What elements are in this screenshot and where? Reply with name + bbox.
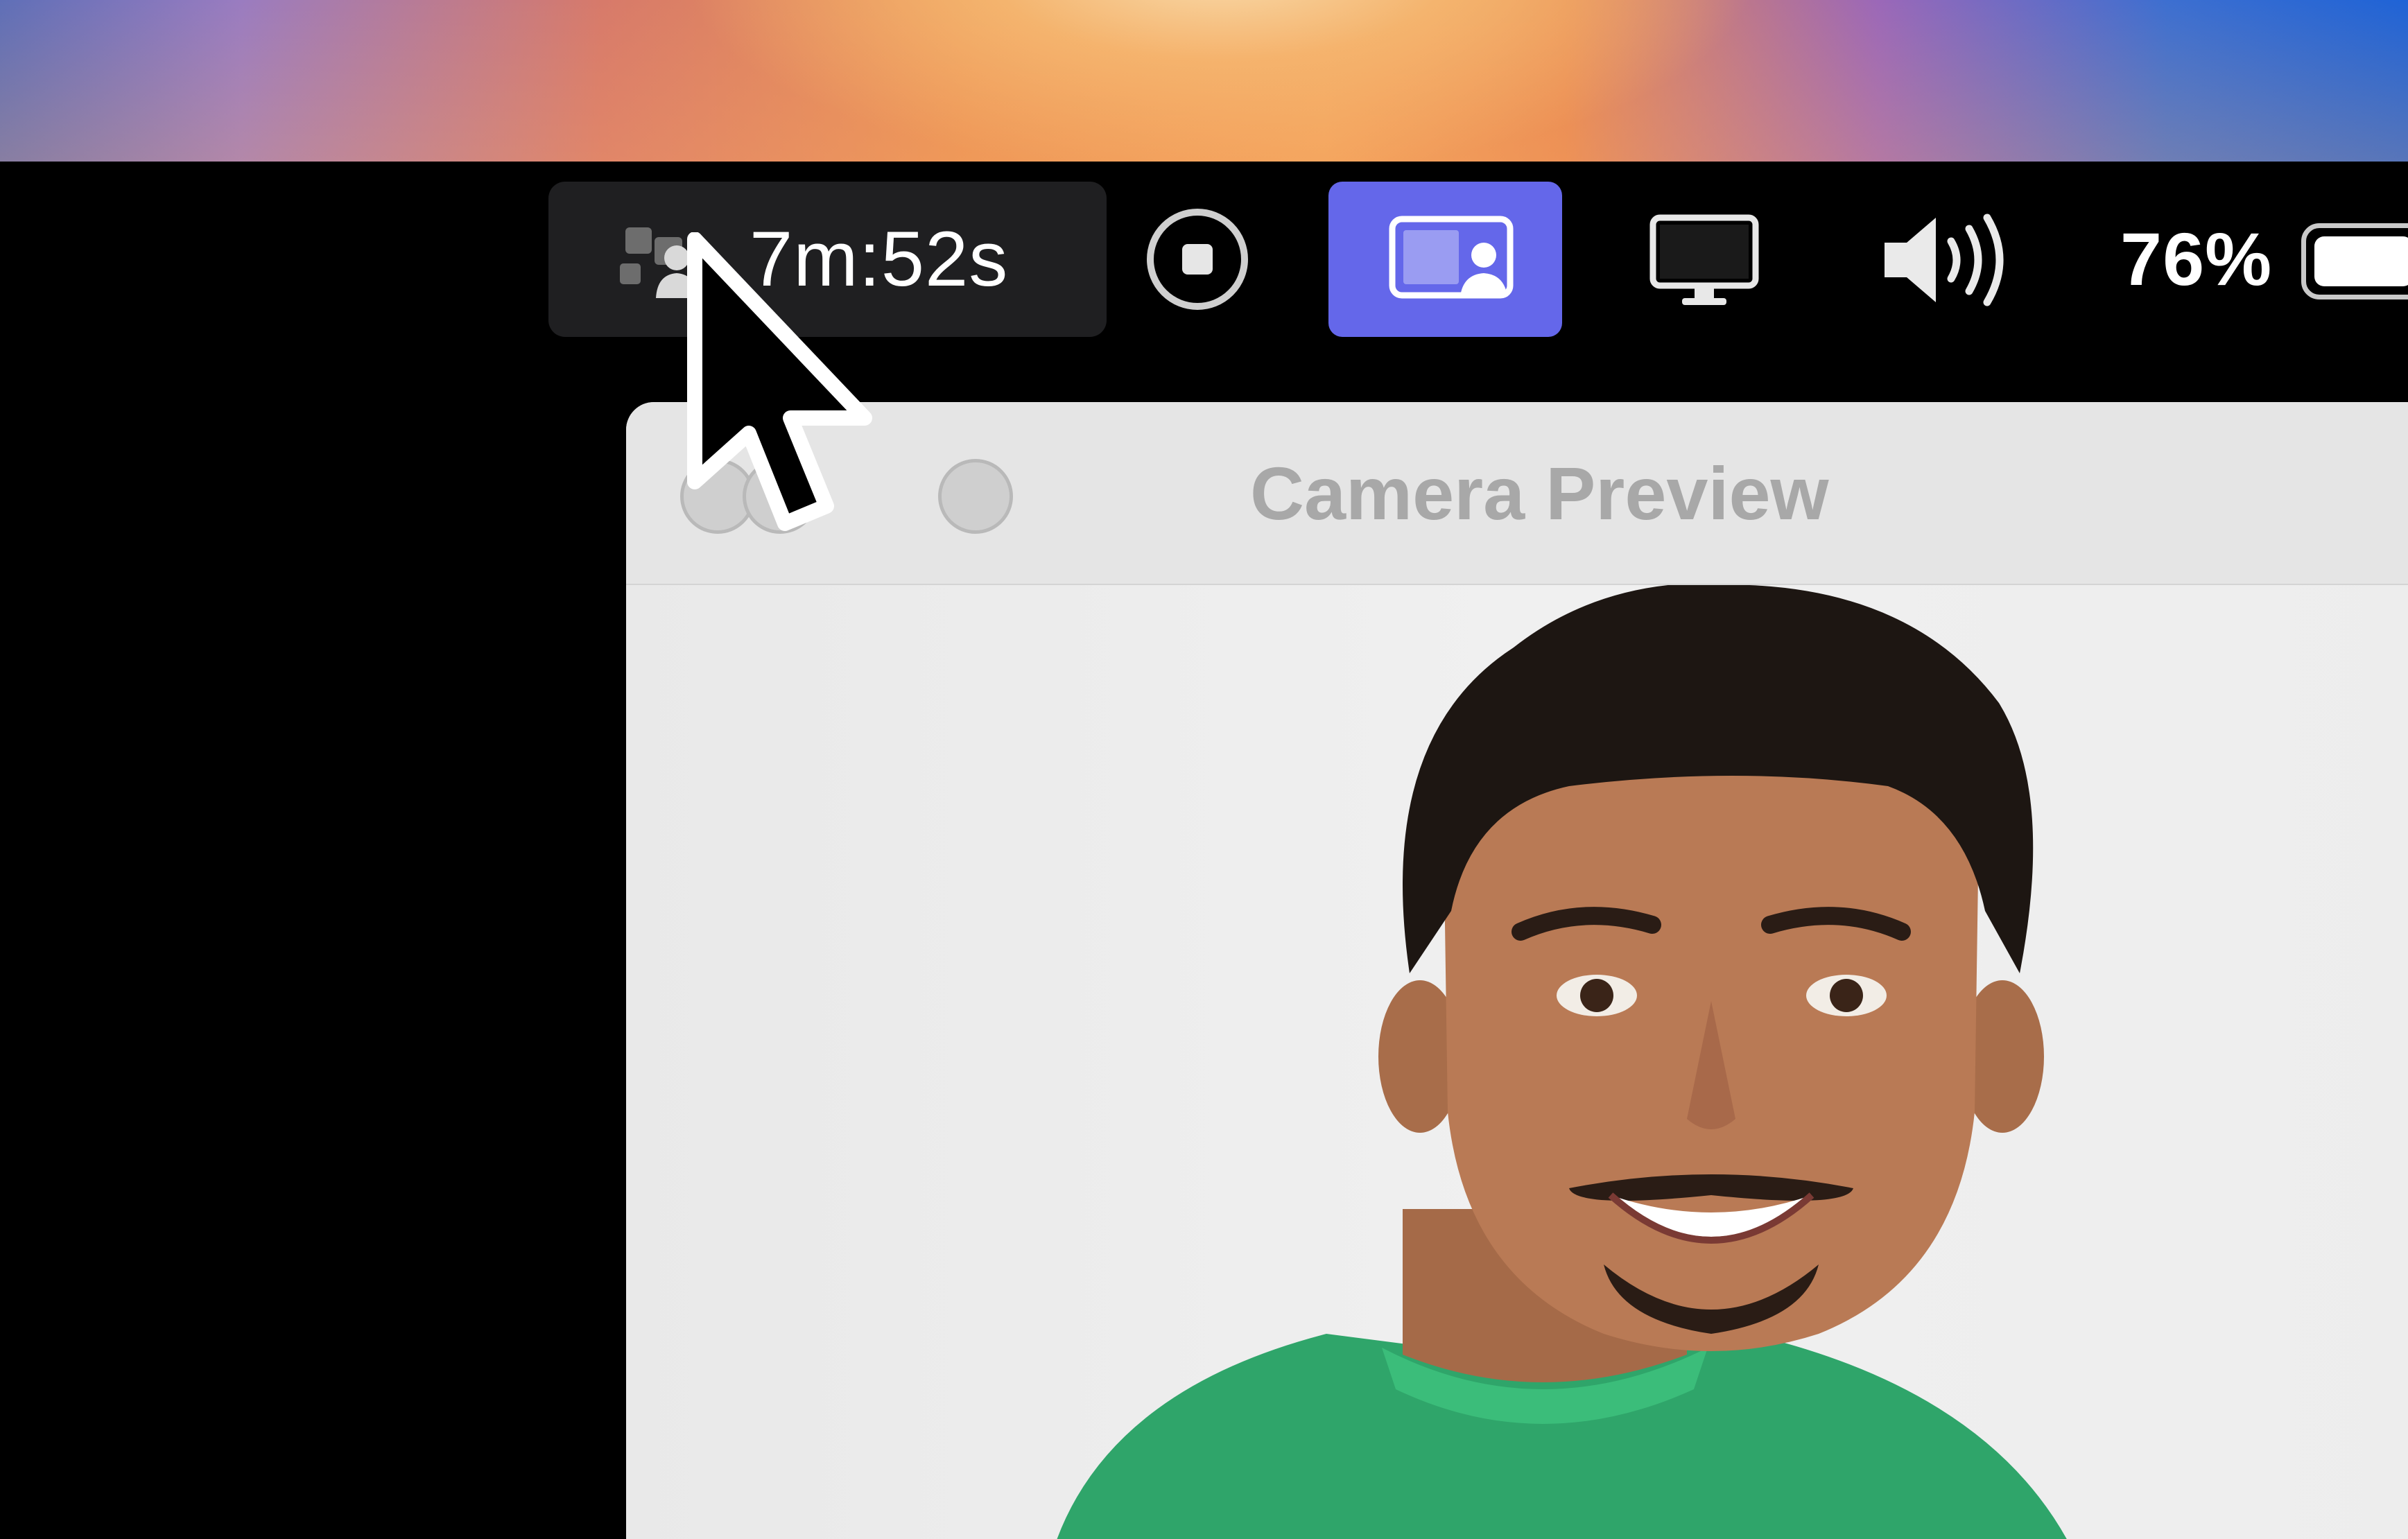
wallpaper-highlight [0,0,2408,162]
desktop-wallpaper [0,0,2408,162]
battery-icon[interactable] [2301,223,2408,299]
window-title: Camera Preview [1250,451,1829,535]
camera-feed [626,585,2408,1539]
person-photo [1057,585,2067,1539]
stop-recording-icon[interactable] [1145,207,1250,312]
screen-camera-mode-button[interactable] [1328,182,1562,337]
display-icon[interactable] [1649,214,1760,311]
zoom-window-button[interactable] [938,459,1013,534]
mouse-cursor-icon [687,232,872,531]
screen-with-camera-icon [1389,216,1514,299]
battery-percentage[interactable]: 76% [2120,216,2272,302]
speaker-volume-icon[interactable] [1880,214,2012,307]
camera-preview-window: Camera Preview [626,402,2408,1539]
battery-level-fill [2314,236,2408,286]
